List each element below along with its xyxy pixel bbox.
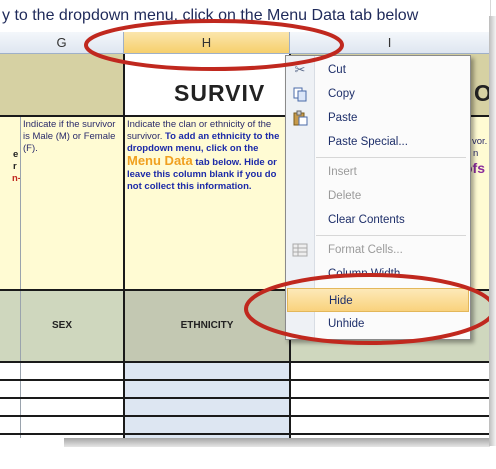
annotation-overlay — [84, 19, 490, 345]
red-circle-column-h — [84, 19, 344, 71]
red-circle-hide — [244, 273, 490, 345]
page-shadow — [64, 438, 490, 447]
spreadsheet-screenshot: y to the dropdown menu, click on the Men… — [0, 0, 491, 438]
page-shadow — [489, 16, 496, 446]
